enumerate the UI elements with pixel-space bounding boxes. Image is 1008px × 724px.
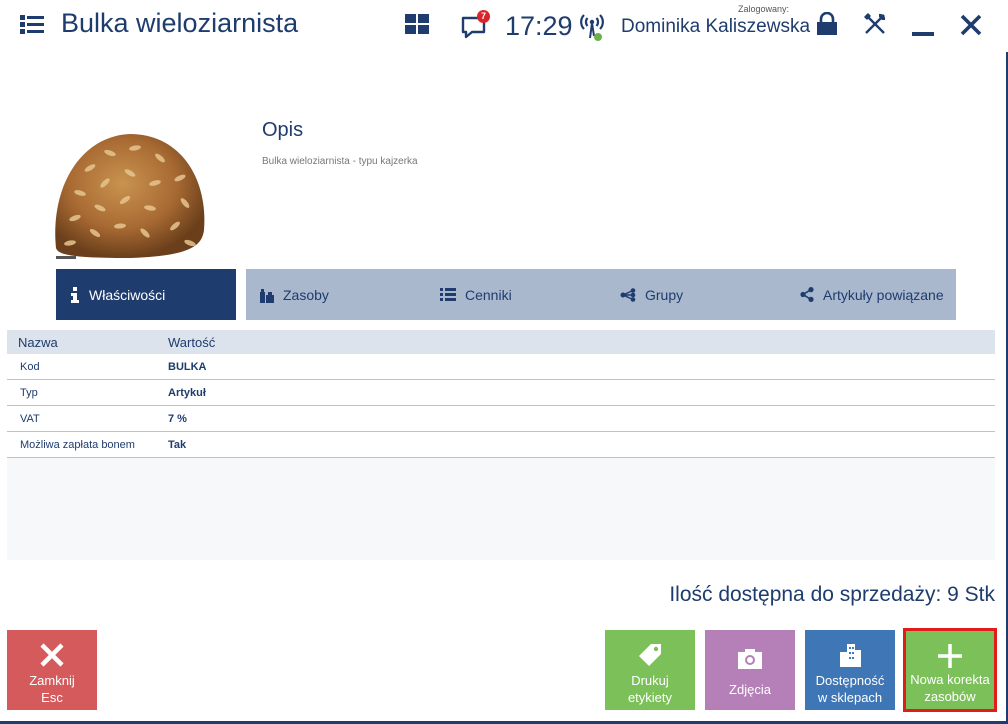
camera-icon	[738, 649, 762, 669]
tab-related-items-label: Artykuły powiązane	[823, 286, 944, 303]
table-row[interactable]: Możliwa zapłata bonem Tak	[7, 432, 995, 458]
row-name: VAT	[20, 413, 40, 425]
print-labels-label-line1: Drukuj	[631, 673, 669, 688]
tab-properties[interactable]: Właściwości	[56, 269, 236, 320]
store-availability-button[interactable]: Dostępność w sklepach	[805, 630, 895, 710]
print-labels-label-line2: etykiety	[627, 690, 673, 705]
new-correction-label-line2: zasobów	[924, 689, 976, 704]
table-row[interactable]: Typ Artykuł	[7, 380, 995, 406]
tab-bar: Właściwości Zasoby Cenniki Grupy Artykuł…	[56, 269, 956, 320]
close-window-icon[interactable]	[957, 11, 985, 39]
photos-label: Zdjęcia	[729, 682, 771, 697]
stock-icon	[260, 288, 274, 303]
product-photo	[55, 134, 205, 259]
tools-icon[interactable]	[862, 11, 888, 37]
tab-groups[interactable]: Grupy	[606, 269, 786, 320]
buildings-icon	[840, 644, 861, 667]
close-button-label: Zamknij	[29, 673, 75, 688]
connection-status-icon	[580, 14, 604, 41]
new-correction-label-line1: Nowa korekta	[910, 672, 990, 687]
groups-icon	[620, 287, 636, 302]
notification-badge: 7	[477, 10, 490, 23]
user-name[interactable]: Dominika Kaliszewska	[621, 16, 810, 38]
tab-stock[interactable]: Zasoby	[246, 269, 426, 320]
logged-in-caption: Zalogowany:	[738, 4, 790, 14]
share-icon	[800, 287, 814, 302]
tab-related-items[interactable]: Artykuły powiązane	[786, 269, 956, 320]
minimize-icon[interactable]	[912, 14, 934, 38]
description-title: Opis	[262, 119, 304, 141]
store-availability-label-line1: Dostępność	[815, 673, 885, 688]
row-value: Artykuł	[168, 387, 206, 399]
row-name: Kod	[20, 361, 40, 373]
close-button-shortcut: Esc	[41, 690, 63, 705]
photos-button[interactable]: Zdjęcia	[705, 630, 795, 710]
description-text: Bulka wieloziarnista - typu kajzerka	[262, 156, 418, 167]
tab-groups-label: Grupy	[645, 286, 684, 303]
info-icon	[71, 286, 79, 303]
available-quantity: Ilość dostępna do sprzedaży: 9 Stk	[669, 583, 995, 606]
tab-stock-label: Zasoby	[283, 286, 329, 303]
tiles-icon[interactable]	[405, 14, 429, 34]
row-name: Typ	[20, 387, 38, 399]
tab-properties-label: Właściwości	[89, 286, 166, 303]
plus-icon	[938, 644, 962, 668]
row-name: Możliwa zapłata bonem	[20, 439, 135, 451]
close-icon	[40, 643, 64, 667]
tab-price-lists[interactable]: Cenniki	[426, 269, 606, 320]
row-value: BULKA	[168, 361, 207, 373]
lock-icon[interactable]	[815, 12, 839, 36]
store-availability-label-line2: w sklepach	[817, 690, 883, 705]
row-value: Tak	[168, 439, 187, 451]
column-header-name: Nazwa	[18, 335, 58, 350]
table-row[interactable]: VAT 7 %	[7, 406, 995, 432]
new-stock-correction-button[interactable]: Nowa korekta zasobów	[903, 628, 997, 712]
clock: 17:29	[505, 11, 573, 41]
print-labels-button[interactable]: Drukuj etykiety	[605, 630, 695, 710]
tab-price-lists-label: Cenniki	[465, 286, 512, 303]
tag-icon	[639, 644, 661, 666]
table-header: Nazwa Wartość	[7, 330, 995, 354]
close-button[interactable]: Zamknij Esc	[7, 630, 97, 710]
properties-table: Nazwa Wartość Kod BULKA Typ Artykuł VAT …	[7, 330, 995, 560]
header-bar: Bulka wieloziarnista 7 17:29 Zalogowany:…	[0, 0, 1008, 52]
column-header-value: Wartość	[168, 335, 216, 350]
hamburger-menu-icon[interactable]	[20, 14, 44, 34]
table-row[interactable]: Kod BULKA	[7, 354, 995, 380]
page-title: Bulka wieloziarnista	[61, 8, 299, 38]
row-value: 7 %	[168, 413, 187, 425]
list-icon	[440, 288, 456, 301]
